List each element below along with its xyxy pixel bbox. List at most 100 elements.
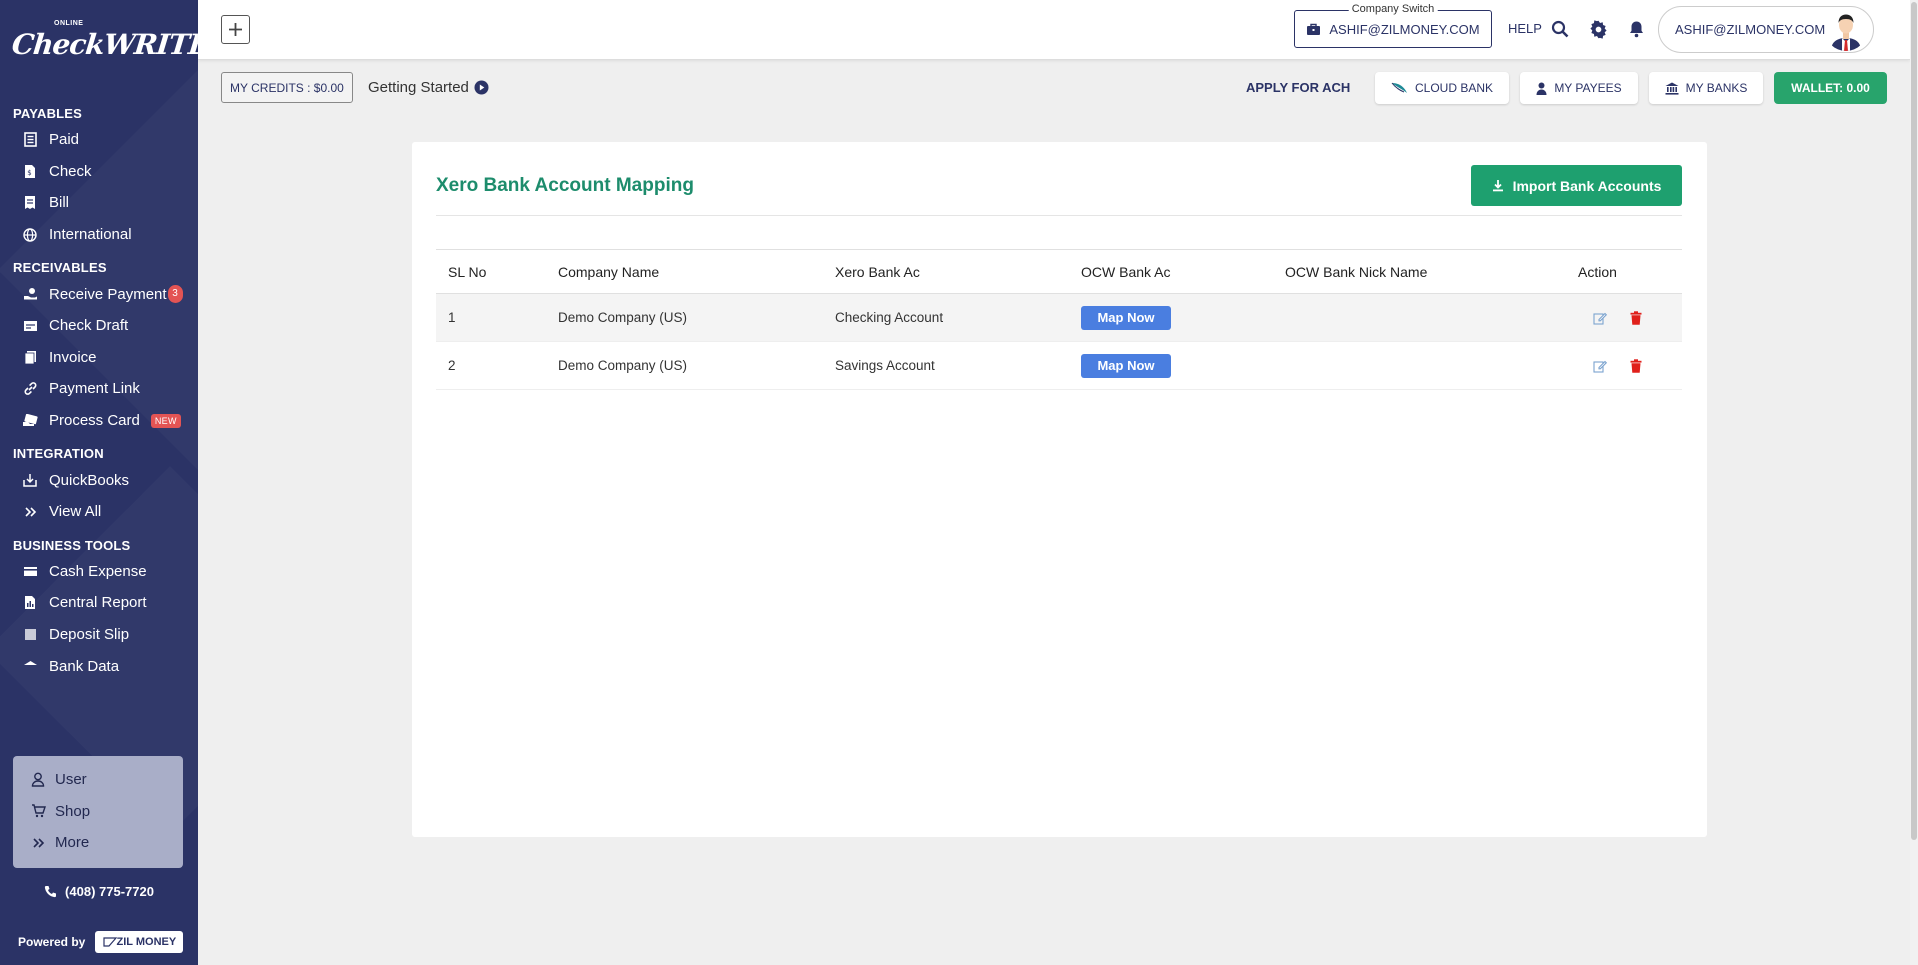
xero-mapping-card: Xero Bank Account Mapping Import Bank Ac…: [412, 142, 1707, 837]
delete-icon[interactable]: [1628, 310, 1644, 326]
cloud-bank-icon: [1391, 81, 1408, 95]
search-icon[interactable]: [1550, 19, 1570, 39]
double-chevron-icon: [22, 504, 38, 520]
sidebar-item-label: View All: [49, 503, 102, 521]
sidebar-item-international[interactable]: International: [0, 219, 198, 251]
phone-icon: [44, 885, 57, 898]
import-bank-accounts-button[interactable]: Import Bank Accounts: [1471, 165, 1682, 206]
wallet-button[interactable]: WALLET: 0.00: [1774, 72, 1887, 104]
my-banks-button[interactable]: MY BANKS: [1649, 72, 1763, 104]
sidebar-item-label: Payment Link: [49, 380, 140, 398]
sidebar-item-check-draft[interactable]: Check Draft: [0, 310, 198, 342]
section-payables: PAYABLES: [13, 106, 83, 121]
title-divider: [436, 215, 1682, 216]
support-phone[interactable]: (408) 775-7720: [0, 884, 198, 899]
my-banks-label: MY BANKS: [1685, 81, 1748, 95]
table-row: 2 Demo Company (US) Savings Account Map …: [436, 341, 1682, 390]
avatar: [1825, 9, 1867, 51]
company-switch-email: ASHIF@ZILMONEY.COM: [1329, 21, 1480, 37]
edit-icon[interactable]: [1592, 358, 1608, 374]
bell-icon[interactable]: [1626, 19, 1646, 39]
sidebar-item-more[interactable]: More: [13, 827, 183, 859]
sidebar-item-invoice[interactable]: Invoice: [0, 342, 198, 374]
my-credits-button[interactable]: MY CREDITS : $0.00: [221, 72, 353, 103]
sidebar-item-paid[interactable]: Paid: [0, 124, 198, 156]
help-link[interactable]: HELP: [1508, 21, 1542, 36]
sidebar-item-label: Process Card: [49, 412, 140, 430]
delete-icon[interactable]: [1628, 358, 1644, 374]
cell-action: [1566, 293, 1682, 342]
sidebar-bottom-menu: User Shop More: [13, 756, 183, 868]
section-receivables: RECEIVABLES: [13, 260, 107, 276]
download-box-icon: [22, 472, 38, 488]
user-icon: [30, 772, 46, 788]
sidebar-item-bank-data[interactable]: Bank Data: [0, 650, 198, 682]
sidebar-item-receive-payment[interactable]: Receive Payment 3: [0, 278, 198, 310]
cell-action: [1566, 341, 1682, 390]
cell-xero-bank-ac: Savings Account: [823, 341, 1069, 390]
sidebar-nav: PAYABLES Paid $ Check Bill International…: [0, 96, 198, 694]
sidebar-item-check[interactable]: $ Check: [0, 156, 198, 188]
receive-payment-badge: 3: [167, 285, 183, 304]
checkwriter-logo[interactable]: ONLINE CheckWRITER: [10, 18, 198, 76]
download-icon: [1492, 179, 1504, 192]
powered-by: Powered by ZIL MONEY: [18, 931, 184, 953]
slip-icon: [22, 627, 38, 643]
sidebar-item-central-report[interactable]: Central Report: [0, 587, 198, 619]
sidebar-item-process-card[interactable]: Process Card NEW: [0, 405, 198, 437]
col-ocw-bank-nick-name: OCW Bank Nick Name: [1273, 249, 1566, 294]
new-badge: NEW: [150, 413, 181, 428]
sidebar-item-shop[interactable]: Shop: [13, 796, 183, 828]
sidebar-item-label: Invoice: [49, 348, 97, 366]
sidebar-item-deposit-slip[interactable]: Deposit Slip: [0, 619, 198, 651]
sidebar-item-label: International: [49, 226, 132, 244]
scrollbar-thumb[interactable]: [1911, 2, 1917, 840]
receipt-icon: [22, 132, 38, 148]
sidebar-item-cash-expense[interactable]: Cash Expense: [0, 556, 198, 588]
cart-icon: [30, 803, 46, 819]
sidebar-item-user[interactable]: User: [13, 764, 183, 796]
my-payees-button[interactable]: MY PAYEES: [1520, 72, 1638, 104]
sidebar-item-view-all[interactable]: View All: [0, 496, 198, 528]
link-icon: [22, 381, 38, 397]
globe-icon: [22, 227, 38, 243]
zil-logo-text: ZIL MONEY: [116, 936, 177, 948]
edit-icon[interactable]: [1592, 310, 1608, 326]
apply-for-ach-link[interactable]: APPLY FOR ACH: [1246, 80, 1350, 95]
col-company-name: Company Name: [546, 249, 823, 294]
sidebar-item-label: Deposit Slip: [49, 626, 130, 644]
map-now-button[interactable]: Map Now: [1081, 353, 1171, 378]
cell-company-name: Demo Company (US): [546, 293, 823, 342]
col-sl-no: SL No: [436, 249, 546, 294]
bank-icon: [1665, 82, 1679, 95]
gear-icon[interactable]: [1588, 19, 1608, 39]
sidebar-item-payment-link[interactable]: Payment Link: [0, 373, 198, 405]
cell-ocw-bank-nick-name: [1273, 293, 1566, 342]
top-bar: Company Switch ASHIF@ZILMONEY.COM HELP A…: [198, 0, 1910, 60]
getting-started-link[interactable]: Getting Started: [368, 79, 489, 96]
report-icon: [22, 595, 38, 611]
import-bank-accounts-label: Import Bank Accounts: [1512, 177, 1662, 194]
logo-small-text: ONLINE: [54, 20, 84, 27]
map-now-button[interactable]: Map Now: [1081, 305, 1171, 330]
sidebar-item-bill[interactable]: Bill: [0, 187, 198, 219]
cell-ocw-bank-ac: Map Now: [1069, 293, 1273, 342]
sidebar-item-quickbooks[interactable]: QuickBooks: [0, 464, 198, 496]
cloud-bank-button[interactable]: CLOUD BANK: [1375, 72, 1509, 104]
phone-number: (408) 775-7720: [65, 884, 154, 899]
page-scrollbar[interactable]: [1910, 0, 1918, 965]
plus-icon: [229, 23, 242, 36]
cell-company-name: Demo Company (US): [546, 341, 823, 390]
page-title: Xero Bank Account Mapping: [436, 175, 694, 196]
bank-mapping-table: SL No Company Name Xero Bank Ac OCW Bank…: [436, 249, 1682, 390]
company-switch-button[interactable]: Company Switch ASHIF@ZILMONEY.COM: [1294, 3, 1492, 48]
zil-money-logo[interactable]: ZIL MONEY: [95, 931, 184, 953]
invoice-icon: [22, 349, 38, 365]
sidebar-item-label: Paid: [49, 131, 80, 149]
briefcase-icon: [1306, 23, 1321, 36]
user-menu[interactable]: ASHIF@ZILMONEY.COM: [1658, 6, 1874, 53]
col-xero-bank-ac: Xero Bank Ac: [823, 249, 1069, 294]
sidebar-item-label: Check Draft: [49, 317, 129, 335]
add-button[interactable]: [221, 15, 250, 44]
card-icon: [22, 413, 38, 429]
